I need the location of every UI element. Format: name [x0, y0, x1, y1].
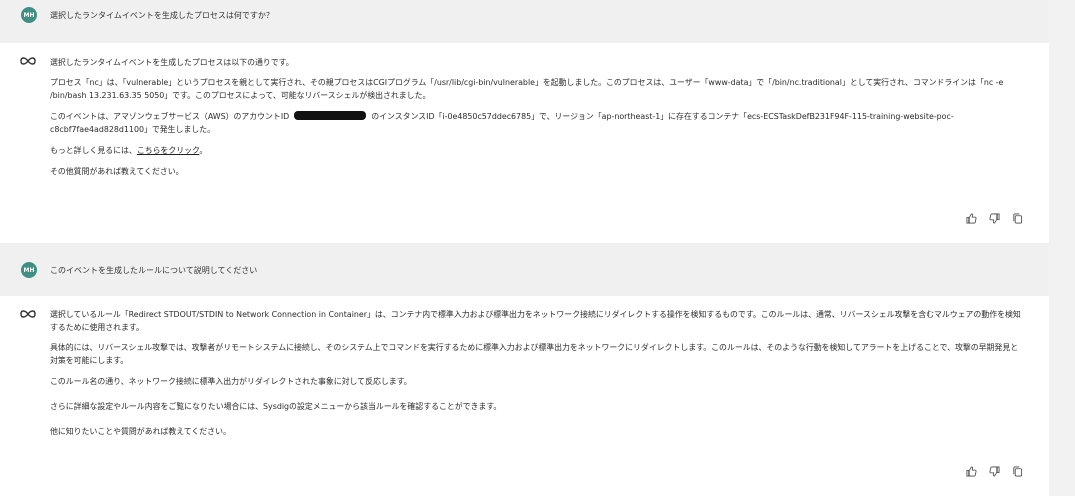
assistant-message-2: 選択しているルール「Redirect STDOUT/STDIN to Netwo…: [0, 296, 1049, 496]
infinity-icon: [20, 57, 36, 65]
answer-text: もっと詳しく見るには、: [50, 146, 137, 155]
answer-paragraph: その他質問があれば教えてください。: [50, 167, 184, 176]
assistant-answer: 選択したランタイムイベントを生成したプロセスは以下の通りです。 プロセス「nc」…: [50, 56, 1025, 178]
details-link[interactable]: こちらをクリック: [137, 146, 200, 155]
copy-icon[interactable]: [1012, 466, 1023, 477]
message-actions: [966, 213, 1023, 224]
answer-paragraph: 他に知りたいことや質問があれば教えてください。: [50, 427, 231, 436]
answer-paragraph: このイベントは、アマゾンウェブサービス（AWS）のアカウントID のインスタンスI…: [50, 110, 1025, 136]
answer-text: 。: [199, 146, 208, 155]
user-avatar: MH: [21, 7, 37, 23]
user-question-text: このイベントを生成したルールについて説明してください: [50, 266, 258, 275]
answer-paragraph: さらに詳細な設定やルール内容をご覧になりたい場合には、Sysdigの設定メニュー…: [50, 402, 502, 411]
copy-icon[interactable]: [1012, 213, 1023, 224]
thumbs-up-icon[interactable]: [966, 213, 977, 224]
thumbs-down-icon[interactable]: [989, 213, 1000, 224]
answer-paragraph: プロセス「nc」は、「vulnerable」というプロセスを親として実行され、そ…: [50, 78, 1004, 100]
answer-paragraph: 選択しているルール「Redirect STDOUT/STDIN to Netwo…: [50, 310, 1021, 332]
message-actions: [966, 466, 1023, 477]
thumbs-down-icon[interactable]: [989, 466, 1000, 477]
user-avatar: MH: [21, 262, 37, 278]
answer-paragraph: 具体的には、リバースシェル攻撃では、攻撃者がリモートシステムに接続し、そのシステ…: [50, 343, 1019, 365]
thumbs-up-icon[interactable]: [966, 466, 977, 477]
user-message-2: MH このイベントを生成したルールについて説明してください: [0, 243, 1049, 296]
redacted-account-id: [294, 111, 367, 120]
answer-paragraph: このルール名の通り、ネットワーク接続に標準入出力がリダイレクトされた事象に対して…: [50, 377, 412, 386]
answer-text: このイベントは、アマゾンウェブサービス（AWS）のアカウントID: [50, 112, 290, 121]
assistant-message-1: 選択したランタイムイベントを生成したプロセスは以下の通りです。 プロセス「nc」…: [0, 43, 1049, 243]
user-message-1: MH 選択したランタイムイベントを生成したプロセスは何ですか？: [0, 0, 1049, 43]
assistant-answer: 選択しているルール「Redirect STDOUT/STDIN to Netwo…: [50, 308, 1025, 438]
infinity-icon: [20, 310, 36, 318]
scrollbar[interactable]: [1049, 0, 1075, 496]
answer-paragraph: 選択したランタイムイベントを生成したプロセスは以下の通りです。: [50, 58, 294, 67]
answer-paragraph: もっと詳しく見るには、こちらをクリック。: [50, 144, 1025, 157]
user-question-text: 選択したランタイムイベントを生成したプロセスは何ですか？: [50, 11, 274, 20]
